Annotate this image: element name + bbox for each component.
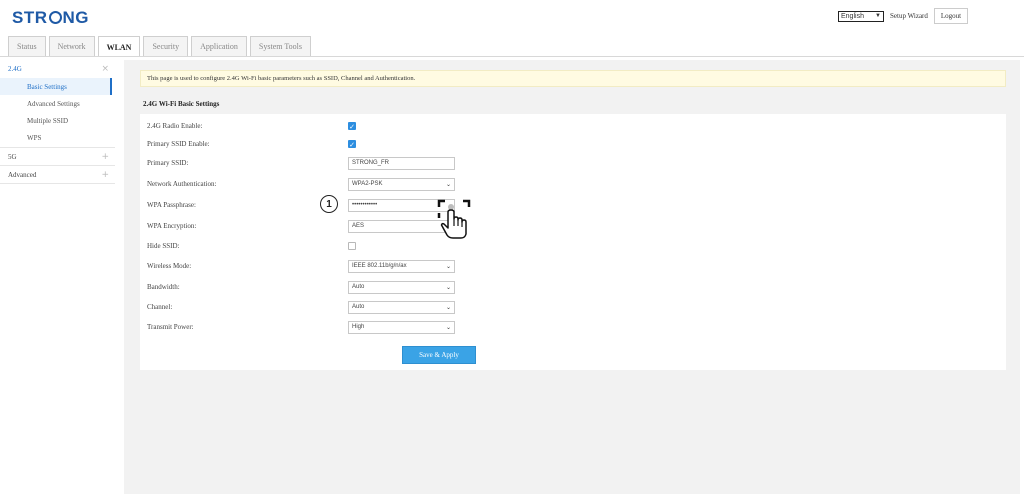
label-wpa-passphrase: WPA Passphrase: [147,201,196,209]
channel-value: Auto [352,304,365,310]
collapse-icon[interactable]: × [101,64,109,74]
bandwidth-select[interactable]: Auto ⌄ [348,280,455,294]
label-hide-ssid: Hide SSID: [147,242,180,250]
save-apply-button[interactable]: Save & Apply [402,346,476,364]
chevron-down-icon: ⌄ [445,262,451,270]
check-icon: ✓ [349,123,355,131]
label-primary-ssid: Primary SSID: [147,159,189,167]
sidebar: 2.4G × Basic Settings Advanced Settings … [0,60,115,184]
sidebar-section-label: 5G [8,152,17,161]
section-title: 2.4G Wi-Fi Basic Settings [143,100,220,108]
language-value: English [841,12,864,20]
sidebar-section-label: Advanced [8,170,37,179]
sidebar-section-2-4g[interactable]: 2.4G × [0,60,115,78]
sidebar-item-basic-settings[interactable]: Basic Settings [0,78,112,95]
sidebar-item-multiple-ssid[interactable]: Multiple SSID [0,112,115,129]
top-right-controls: English ▼ Setup Wizard Logout [838,8,969,24]
label-primary-ssid-enable: Primary SSID Enable: [147,140,210,148]
bandwidth-value: Auto [352,284,365,290]
main-content: This page is used to configure 2.4G Wi-F… [124,60,1020,494]
tabs-divider [0,56,1024,57]
chevron-down-icon: ⌄ [445,180,451,188]
tab-security[interactable]: Security [143,36,189,56]
check-icon: ✓ [349,141,355,149]
primary-ssid-enable-checkbox[interactable]: ✓ [348,140,356,149]
wpa-passphrase-value: •••••••••••• [352,202,378,208]
label-radio-enable: 2.4G Radio Enable: [147,122,203,130]
transmit-power-select[interactable]: High ⌄ [348,320,455,334]
tab-wlan[interactable]: WLAN [97,36,141,57]
info-notice: This page is used to configure 2.4G Wi-F… [140,70,1006,87]
label-wpa-encryption: WPA Encryption: [147,222,197,230]
network-auth-select[interactable]: WPA2-PSK ⌄ [348,177,455,191]
primary-ssid-input[interactable]: STRONG_FR [348,156,455,170]
wireless-mode-select[interactable]: IEEE 802.11b/g/n/ax ⌄ [348,259,455,273]
strong-logo: STR NG [12,8,89,28]
chevron-down-icon: ⌄ [445,303,451,311]
logo-o-ring [48,11,62,24]
chevron-down-icon: ⌄ [445,323,451,331]
logout-button[interactable]: Logout [933,8,969,24]
expand-icon[interactable]: + [101,152,109,162]
label-wireless-mode: Wireless Mode: [147,262,192,270]
transmit-power-value: High [352,324,365,330]
hand-pointer-icon [437,199,471,239]
logo-text-end: NG [62,8,89,27]
label-bandwidth: Bandwidth: [147,283,180,291]
tab-application[interactable]: Application [191,36,247,56]
label-network-auth: Network Authentication: [147,180,217,188]
network-auth-value: WPA2-PSK [352,181,383,187]
sidebar-section-label: 2.4G [8,65,22,73]
label-channel: Channel: [147,303,173,311]
tab-system-tools[interactable]: System Tools [249,36,311,56]
sidebar-section-advanced[interactable]: Advanced + [0,166,115,184]
basic-settings-form: 2.4G Radio Enable: ✓ Primary SSID Enable… [140,114,1006,370]
sidebar-item-advanced-settings[interactable]: Advanced Settings [0,95,115,112]
language-select[interactable]: English ▼ [838,10,884,22]
wpa-encryption-value: AES [352,223,365,229]
tab-status[interactable]: Status [8,36,46,56]
expand-icon[interactable]: + [101,170,109,180]
main-tabs: Status Network WLAN Security Application… [8,36,311,57]
channel-select[interactable]: Auto ⌄ [348,300,455,314]
primary-ssid-value: STRONG_FR [352,160,390,166]
hide-ssid-checkbox[interactable] [348,242,356,250]
logo-text-start: STR [12,8,48,27]
tab-network[interactable]: Network [48,36,95,56]
sidebar-2-4g-items: Basic Settings Advanced Settings Multipl… [0,78,115,148]
label-transmit-power: Transmit Power: [147,323,194,331]
chevron-down-icon: ⌄ [445,283,451,291]
radio-enable-checkbox[interactable]: ✓ [348,122,356,131]
setup-wizard-link[interactable]: Setup Wizard [890,12,928,20]
sidebar-item-wps[interactable]: WPS [0,129,115,146]
step-number-badge: 1 [320,195,338,213]
wireless-mode-value: IEEE 802.11b/g/n/ax [352,263,407,269]
chevron-down-icon: ▼ [875,13,881,19]
sidebar-section-5g[interactable]: 5G + [0,148,115,166]
